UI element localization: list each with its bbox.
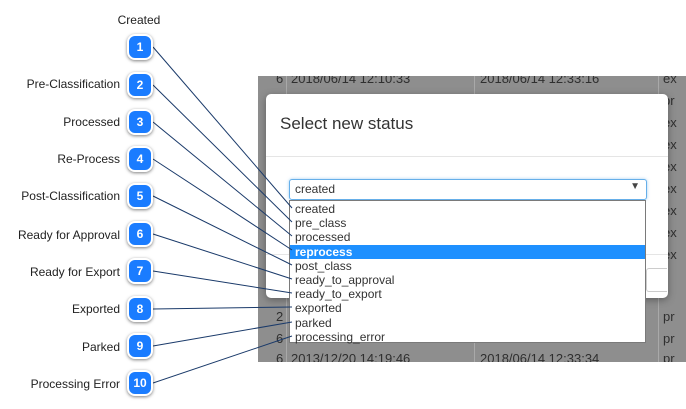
callout-connector-6 (152, 233, 293, 280)
callout-label-8: Exported (71, 302, 120, 316)
callout-label-4: Re-Process (57, 152, 120, 166)
callout-label-6: Ready for Approval (17, 228, 120, 242)
callout-connector-3 (152, 121, 293, 237)
callout-badge-8: 8 (127, 296, 153, 322)
callout-badge-3: 3 (127, 109, 153, 135)
callout-badge-10: 10 (127, 370, 153, 396)
callout-label-10: Processing Error (30, 377, 120, 391)
callout-connector-1 (152, 46, 293, 209)
callout-connector-2 (152, 84, 293, 223)
callout-label-3: Processed (63, 115, 120, 129)
callout-badge-6: 6 (127, 221, 153, 247)
callout-badge-2: 2 (127, 72, 153, 98)
callout-connector-9 (152, 321, 293, 347)
callout-badge-1: 1 (127, 34, 153, 60)
callout-label-7: Ready for Export (29, 265, 120, 279)
callout-label-9: Parked (81, 340, 120, 354)
callout-badge-4: 4 (127, 146, 153, 172)
callout-connector-4 (152, 158, 293, 251)
callout-badge-5: 5 (127, 183, 153, 209)
callout-connector-8 (152, 306, 293, 310)
callout-connector-10 (152, 335, 293, 384)
callout-badge-9: 9 (127, 333, 153, 359)
callout-connector-7 (152, 270, 293, 294)
callout-badge-7: 7 (127, 258, 153, 284)
callout-connector-5 (152, 195, 293, 266)
callout-label-1: Created (117, 13, 161, 27)
callout-label-5: Post-Classification (21, 189, 120, 203)
callout-label-2: Pre-Classification (26, 77, 120, 91)
